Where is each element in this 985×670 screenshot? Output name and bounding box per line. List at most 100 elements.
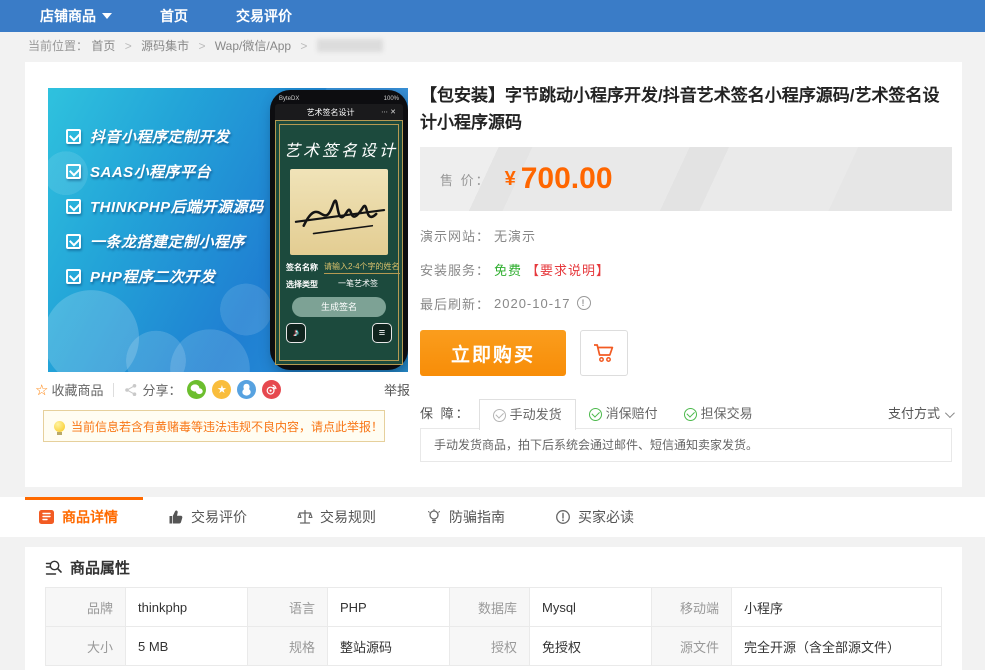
attributes-row: 品牌 thinkphp 语言 PHP 数据库 Mysql 移动端 小程序 xyxy=(46,588,942,627)
signature-name-input[interactable]: 请输入2-4个字的姓名 xyxy=(324,261,400,274)
attributes-row: 大小 5 MB 规格 整站源码 授权 免授权 源文件 完全开源（含全部源文件） xyxy=(46,627,942,666)
guarantee-label: 保 障： xyxy=(420,399,471,429)
breadcrumb-market[interactable]: 源码集市 xyxy=(141,39,189,53)
demo-row: 演示网站： 无演示 xyxy=(420,224,610,246)
signature-type-row: 选择类型 一笔艺术签 xyxy=(286,278,392,290)
divider xyxy=(113,383,114,397)
breadcrumb-prefix: 当前位置： xyxy=(28,39,88,53)
attr-label: 源文件 xyxy=(652,627,732,666)
feature-item: PHP程序二次开发 xyxy=(66,264,264,288)
tab-anti-fraud-guide[interactable]: 防骗指南 xyxy=(426,507,505,527)
signature-preview xyxy=(290,169,388,255)
generate-signature-button[interactable]: 生成签名 xyxy=(292,297,386,317)
circle-info-icon xyxy=(555,509,571,525)
share-qq-icon[interactable] xyxy=(237,380,256,399)
product-info-column: 【包安装】字节跳动小程序开发/抖音艺术签名小程序源码/艺术签名设计小程序源码 售… xyxy=(420,62,955,487)
breadcrumb-separator: > xyxy=(198,39,205,53)
signature-name-label: 签名名称 xyxy=(286,262,318,273)
attributes-table: 品牌 thinkphp 语言 PHP 数据库 Mysql 移动端 小程序 大小 … xyxy=(45,587,942,666)
buy-now-button[interactable]: 立即购买 xyxy=(420,330,566,376)
tab-trade-reviews[interactable]: 交易评价 xyxy=(168,507,247,527)
detail-tabbar: 商品详情 交易评价 交易规则 防骗指南 xyxy=(0,497,985,537)
install-requirements-link[interactable]: 【要求说明】 xyxy=(526,260,610,279)
guarantee-row: 保 障： 手动发货 消保赔付 担保交易 支付方式 xyxy=(420,398,952,429)
nav-trade-reviews[interactable]: 交易评价 xyxy=(212,0,316,32)
top-nav: 店铺商品 首页 交易评价 xyxy=(0,0,985,32)
nav-store-products[interactable]: 店铺商品 xyxy=(16,0,136,32)
feature-item: THINKPHP后端开源源码 xyxy=(66,194,264,218)
payment-methods-toggle[interactable]: 支付方式 xyxy=(888,399,952,429)
thumbs-up-icon xyxy=(168,509,184,525)
phone-appbar-title: 艺术签名设计 xyxy=(280,107,381,118)
feature-item: SAAS小程序平台 xyxy=(66,159,264,183)
favorite-star-icon: ☆ xyxy=(35,381,48,399)
product-title: 【包安装】字节跳动小程序开发/抖音艺术签名小程序源码/艺术签名设计小程序源码 xyxy=(420,82,950,136)
install-value: 免费 xyxy=(494,260,522,279)
attr-label: 品牌 xyxy=(46,588,126,627)
breadcrumb-home[interactable]: 首页 xyxy=(91,39,115,53)
content-warning-banner[interactable]: 当前信息若含有黄赌毒等违法违规不良内容，请点此举报！ xyxy=(43,410,385,442)
attr-value: Mysql xyxy=(530,588,652,627)
attr-value: 免授权 xyxy=(530,627,652,666)
active-tab-indicator xyxy=(25,497,143,500)
report-link[interactable]: 举报 xyxy=(384,380,410,399)
attr-value: 小程序 xyxy=(732,588,942,627)
share-weibo-icon[interactable] xyxy=(262,380,281,399)
nav-home[interactable]: 首页 xyxy=(136,0,212,32)
phone-screen: 艺术签名设计 签名名称 请输入2-4个字的姓名 选择类型 xyxy=(275,120,403,365)
share-qzone-icon[interactable]: ★ xyxy=(212,380,231,399)
phone-statusbar: ByteDX 100% xyxy=(275,93,403,104)
tab-trade-rules[interactable]: 交易规则 xyxy=(297,507,376,527)
records-icon: ≡ xyxy=(372,323,392,343)
demo-value: 无演示 xyxy=(494,226,536,245)
favorite-button[interactable]: 收藏商品 xyxy=(51,380,103,399)
attr-label: 数据库 xyxy=(450,588,530,627)
guarantee-tab-consumer-protection[interactable]: 消保赔付 xyxy=(576,399,671,429)
purchase-row: 立即购买 xyxy=(420,330,628,376)
page: 店铺商品 首页 交易评价 当前位置： 首页 > 源码集市 > Wap/微信/Ap… xyxy=(0,0,985,670)
attributes-card: 商品属性 品牌 thinkphp 语言 PHP 数据库 Mysql 移动端 小程… xyxy=(25,547,962,670)
tab-product-details[interactable]: 商品详情 xyxy=(38,507,118,527)
product-image[interactable]: 抖音小程序定制开发 SAAS小程序平台 THINKPHP后端开源源码 一条龙搭建… xyxy=(48,88,408,372)
breadcrumb-censored-item xyxy=(317,39,383,52)
search-list-icon xyxy=(45,559,63,577)
add-to-cart-button[interactable] xyxy=(580,330,628,376)
scales-icon xyxy=(297,509,313,525)
share-label: 分享： xyxy=(142,380,181,399)
breadcrumb: 当前位置： 首页 > 源码集市 > Wap/微信/App > xyxy=(0,32,985,60)
product-details-icon xyxy=(38,509,55,525)
attr-value: 完全开源（含全部源文件） xyxy=(732,627,942,666)
signature-scribble xyxy=(290,182,388,242)
breadcrumb-category[interactable]: Wap/微信/App xyxy=(215,39,291,53)
warning-text: 当前信息若含有黄赌毒等违法违规不良内容，请点此举报！ xyxy=(71,418,383,435)
price-value: 700.00 xyxy=(521,162,613,196)
app-title: 艺术签名设计 xyxy=(284,137,394,161)
checkbox-icon xyxy=(66,129,81,144)
demo-label: 演示网站： xyxy=(420,226,490,245)
guarantee-tab-manual-delivery[interactable]: 手动发货 xyxy=(479,399,576,430)
signature-type-select[interactable]: 一笔艺术签 xyxy=(324,278,392,290)
nav-store-products-label: 店铺商品 xyxy=(40,6,96,26)
check-circle-icon xyxy=(684,408,697,421)
tab-buyer-must-read[interactable]: 买家必读 xyxy=(555,507,634,527)
guarantee-note: 手动发货商品，拍下后系统会通过邮件、短信通知卖家发货。 xyxy=(420,428,952,462)
attr-label: 移动端 xyxy=(652,588,732,627)
checkbox-icon xyxy=(66,269,81,284)
price-label: 售 价： xyxy=(440,170,491,189)
attributes-header: 商品属性 xyxy=(45,557,130,578)
share-icon xyxy=(124,383,138,397)
favorite-share-row: ☆ 收藏商品 分享： ★ 举报 xyxy=(35,380,410,399)
more-icon: ⋯ xyxy=(381,108,390,116)
price-box: 售 价： ¥ 700.00 xyxy=(420,147,952,211)
guarantee-tab-escrow[interactable]: 担保交易 xyxy=(671,399,766,429)
attributes-title: 商品属性 xyxy=(70,557,130,578)
attr-label: 大小 xyxy=(46,627,126,666)
share-wechat-icon[interactable] xyxy=(187,380,206,399)
phone-mockup: ByteDX 100% 艺术签名设计 ⋯ ✕ 艺术签名设计 xyxy=(270,90,408,370)
updated-row: 最后刷新： 2020-10-17 ! xyxy=(420,292,610,314)
phone-appbar: 艺术签名设计 ⋯ ✕ xyxy=(275,104,403,120)
attr-label: 语言 xyxy=(248,588,328,627)
cart-icon xyxy=(592,342,616,364)
nav-trade-reviews-label: 交易评价 xyxy=(236,6,292,26)
info-icon[interactable]: ! xyxy=(577,296,591,310)
